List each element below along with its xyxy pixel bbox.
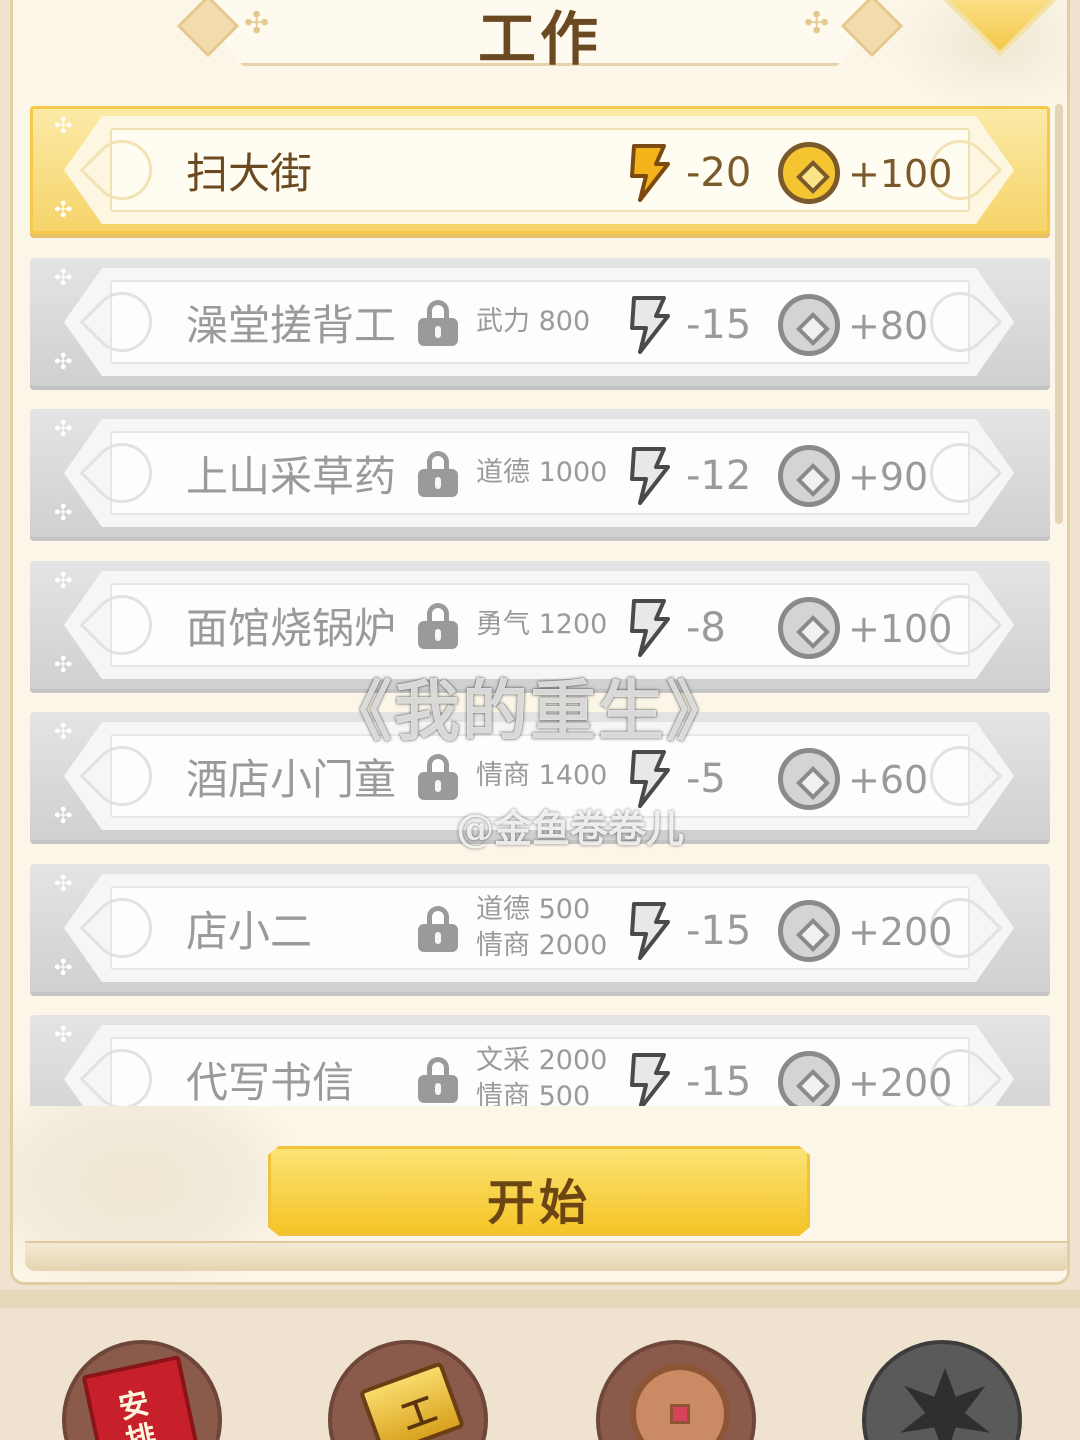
sparkle-icon: ✣ [54, 198, 73, 223]
scrollbar[interactable] [1055, 104, 1063, 524]
panel-bottom-edge [0, 1290, 1080, 1308]
red-book-icon: 安排 [81, 1355, 207, 1440]
lock-icon [418, 300, 458, 346]
job-name: 面馆烧锅炉 [186, 604, 397, 653]
copper-coins-icon [630, 1364, 730, 1440]
energy-cost: -12 [686, 453, 752, 499]
job-requirement: 文采 2000 [476, 1045, 608, 1076]
job-requirement: 武力 800 [476, 306, 591, 337]
start-button[interactable]: 开始 [268, 1146, 810, 1236]
sparkle-icon: ✣ [54, 350, 73, 375]
job-name: 上山采草药 [186, 452, 397, 501]
sparkle-icon: ✣ [54, 569, 73, 594]
sparkle-icon: ✣ [54, 417, 73, 442]
energy-cost: -8 [686, 605, 726, 651]
sparkle-icon: ✣ [54, 872, 73, 897]
job-requirement: 情商 1400 [476, 760, 608, 791]
lock-icon [418, 1057, 458, 1103]
coin-icon [778, 294, 840, 356]
tab-work[interactable]: 工 [328, 1340, 488, 1440]
energy-bolt-icon [630, 296, 670, 354]
job-list[interactable]: ✣ ✣ 扫大街 -20 +100 ✣ ✣ 澡堂搓背工 武力 800 -15 +80 ✣ ✣ 上山采草药… [30, 106, 1052, 1106]
job-requirement: 道德 1000 [476, 457, 608, 488]
job-name: 代写书信 [186, 1058, 355, 1106]
sparkle-icon: ✣ [54, 956, 73, 981]
job-requirement: 情商 500 [476, 1081, 591, 1106]
coin-icon [778, 445, 840, 507]
job-row[interactable]: ✣ ✣ 店小二 道德 500 情商 2000 -15 +200 [30, 864, 1050, 992]
job-requirement: 情商 2000 [476, 930, 608, 961]
coin-icon [778, 142, 840, 204]
start-button-label: 开始 [486, 1175, 591, 1231]
panel-bottom-rail [25, 1241, 1067, 1271]
energy-bolt-icon [630, 599, 670, 657]
gold-hammer-icon: 工 [358, 1361, 466, 1440]
energy-bolt-icon [630, 144, 670, 202]
job-row[interactable]: ✣✣代写书信文采 2000情商 500-15+200 [30, 1015, 1050, 1106]
coin-reward: +60 [848, 758, 929, 802]
coin-reward: +100 [848, 152, 953, 196]
sparkle-icon: ✣ [54, 1023, 73, 1048]
job-row[interactable]: ✣ ✣ 扫大街 -20 +100 [30, 106, 1050, 234]
energy-bolt-icon [630, 447, 670, 505]
coin-icon [778, 1051, 840, 1106]
coin-icon [778, 900, 840, 962]
energy-cost: -20 [686, 150, 752, 196]
sparkle-icon: ✣ [54, 114, 73, 139]
tab-leaf[interactable] [862, 1340, 1022, 1440]
lock-icon [418, 906, 458, 952]
coin-reward: +80 [848, 304, 929, 348]
coin-reward: +200 [848, 1061, 953, 1105]
coin-reward: +100 [848, 607, 953, 651]
energy-cost: -5 [686, 756, 726, 802]
lock-icon [418, 451, 458, 497]
job-name: 店小二 [186, 907, 313, 956]
job-name: 澡堂搓背工 [186, 301, 397, 350]
tab-coins[interactable] [596, 1340, 756, 1440]
job-row[interactable]: ✣ ✣ 上山采草药 道德 1000 -12 +90 [30, 409, 1050, 537]
tab-arrange[interactable]: 安排 [62, 1340, 222, 1440]
page-title: 工作 [477, 5, 602, 73]
energy-cost: -15 [686, 908, 752, 954]
energy-cost: -15 [686, 1059, 752, 1105]
tab-arrange-label: 安排 [115, 1385, 160, 1440]
energy-cost: -15 [686, 302, 752, 348]
job-requirement: 勇气 1200 [476, 609, 608, 640]
lock-icon [418, 603, 458, 649]
sparkle-icon: ✣ [54, 266, 73, 291]
coin-reward: +90 [848, 455, 929, 499]
lock-icon [418, 754, 458, 800]
watermark-title: 《我的重生》 [326, 672, 734, 750]
watermark-author: @金鱼卷卷儿 [455, 806, 684, 851]
tab-work-label: 工 [396, 1389, 442, 1439]
dark-leaf-icon [900, 1368, 990, 1440]
job-row[interactable]: ✣ ✣ 澡堂搓背工 武力 800 -15 +80 [30, 258, 1050, 386]
energy-bolt-icon [630, 1053, 670, 1106]
coin-reward: +200 [848, 910, 953, 954]
job-name: 扫大街 [186, 149, 313, 198]
sparkle-icon: ✣ [54, 501, 73, 526]
energy-bolt-icon [630, 902, 670, 960]
job-requirement: 道德 500 [476, 894, 591, 925]
coin-icon [778, 597, 840, 659]
